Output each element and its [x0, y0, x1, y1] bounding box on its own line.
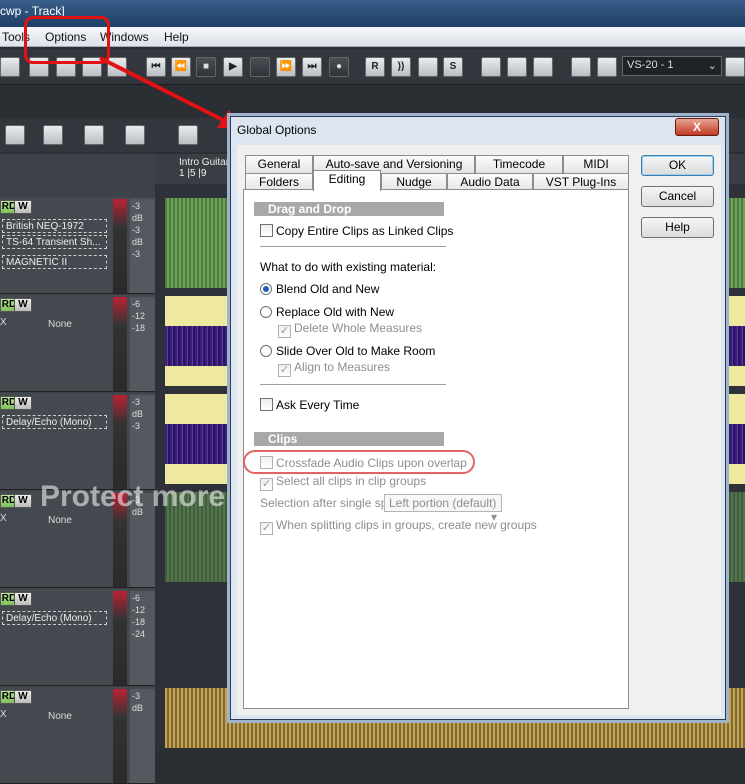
toolbar-icon[interactable]: [0, 57, 20, 77]
help-button[interactable]: Help: [641, 217, 714, 238]
toolbar-icon[interactable]: [481, 57, 501, 77]
level-meter: [113, 689, 127, 783]
track-w-button[interactable]: W: [14, 592, 32, 606]
menu-bar: Tools Options Windows Help: [0, 27, 745, 47]
meter-scale: -6 -12 -18: [130, 297, 155, 391]
toolbar-icon[interactable]: [5, 125, 25, 145]
delete-measures-checkbox[interactable]: ✓ Delete Whole Measures: [278, 321, 422, 338]
record-icon[interactable]: ●: [329, 57, 349, 77]
preset-value: VS-20 - 1: [627, 59, 674, 71]
track: RD W X None -3 dB: [0, 687, 155, 784]
toolbar-icon[interactable]: [725, 57, 745, 77]
split-label: Selection after single split:: [260, 496, 400, 510]
fx-slot[interactable]: Delay/Echo (Mono): [2, 415, 107, 429]
global-options-dialog: Global Options X General Auto-save and V…: [230, 116, 726, 720]
menu-help[interactable]: Help: [164, 30, 189, 44]
checkbox-box[interactable]: [260, 224, 273, 237]
close-button[interactable]: X: [675, 118, 719, 136]
divider: [260, 246, 446, 247]
snap-icon[interactable]: [418, 57, 438, 77]
track: RD W Delay/Echo (Mono) -3 dB -3: [0, 393, 155, 490]
track-x-label: X: [0, 317, 7, 328]
track-w-button[interactable]: W: [14, 298, 32, 312]
pause-icon[interactable]: [250, 57, 270, 77]
section-header: Clips: [254, 432, 444, 446]
fx-slot[interactable]: MAGNETIC II: [2, 255, 107, 269]
ask-every-time-checkbox[interactable]: Ask Every Time: [260, 398, 359, 412]
envelope-icon[interactable]: [533, 57, 553, 77]
blend-radio[interactable]: Blend Old and New: [260, 282, 379, 296]
track: RD W X None -6 -12 -18: [0, 295, 155, 392]
fx-none-label: None: [48, 711, 72, 722]
existing-material-label: What to do with existing material:: [260, 260, 437, 274]
chevron-down-icon: ⌄: [707, 60, 717, 72]
toolbar-icon[interactable]: [597, 57, 617, 77]
meter-scale: -6 -12 -18 -24: [130, 591, 155, 685]
loop-icon[interactable]: )): [391, 57, 411, 77]
slide-radio[interactable]: Slide Over Old to Make Room: [260, 344, 435, 358]
track-x-label: X: [0, 709, 7, 720]
fx-none-label: None: [48, 319, 72, 330]
section-header: Drag and Drop: [254, 202, 444, 216]
tab-midi[interactable]: MIDI: [563, 155, 629, 173]
tab-general[interactable]: General: [245, 155, 313, 173]
tab-timecode[interactable]: Timecode: [475, 155, 563, 173]
new-groups-checkbox[interactable]: ✓ When splitting clips in groups, create …: [260, 518, 537, 535]
ok-button[interactable]: OK: [641, 155, 714, 176]
r-button[interactable]: R: [365, 57, 385, 77]
track-w-button[interactable]: W: [14, 396, 32, 410]
level-meter: [113, 199, 127, 293]
meter-scale: -3 dB -3 dB -3: [130, 199, 155, 293]
grid-icon[interactable]: [43, 125, 63, 145]
annotation-arrow: [99, 56, 240, 128]
s-button[interactable]: S: [443, 57, 463, 77]
preset-select[interactable]: VS-20 - 1 ⌄: [622, 56, 722, 76]
level-meter: [113, 395, 127, 489]
split-select[interactable]: Left portion (default) ▾: [384, 494, 502, 524]
level-meter: [113, 591, 127, 685]
track: RD W British NEQ-1972 TS-64 Transient Sh…: [0, 197, 155, 294]
meter-scale: -3 dB -3: [130, 395, 155, 489]
meter-scale: -3 dB: [130, 689, 155, 783]
fx-none-label: None: [48, 515, 72, 526]
fx-slot[interactable]: TS-64 Transient Sh...: [2, 235, 107, 249]
track-x-label: X: [0, 513, 7, 524]
level-meter: [113, 297, 127, 391]
annotation-ellipse: [243, 450, 475, 474]
tab-editing[interactable]: Editing: [313, 170, 381, 191]
track: RD W Delay/Echo (Mono) -6 -12 -18 -24: [0, 589, 155, 686]
fx-slot[interactable]: British NEQ-1972: [2, 219, 107, 233]
cancel-button[interactable]: Cancel: [641, 186, 714, 207]
skip-end-icon[interactable]: ⏭: [302, 57, 322, 77]
replace-radio[interactable]: Replace Old with New: [260, 305, 394, 319]
toolbar-icon[interactable]: [507, 57, 527, 77]
fast-forward-icon[interactable]: ⏩: [276, 57, 296, 77]
select-groups-checkbox[interactable]: ✓ Select all clips in clip groups: [260, 474, 426, 491]
track-w-button[interactable]: W: [14, 494, 32, 508]
track-w-button[interactable]: W: [14, 200, 32, 214]
app-title-bar: cwp - Track]: [0, 0, 745, 27]
track-w-button[interactable]: W: [14, 690, 32, 704]
divider: [260, 384, 446, 385]
copy-linked-checkbox[interactable]: Copy Entire Clips as Linked Clips: [260, 224, 453, 238]
dialog-body: General Auto-save and Versioning Timecod…: [237, 145, 721, 715]
toolbar-icon[interactable]: [571, 57, 591, 77]
dialog-title: Global Options: [237, 123, 317, 137]
fx-slot[interactable]: Delay/Echo (Mono): [2, 611, 107, 625]
editing-page: Drag and Drop Copy Entire Clips as Linke…: [243, 189, 629, 709]
align-checkbox[interactable]: ✓ Align to Measures: [278, 360, 390, 377]
